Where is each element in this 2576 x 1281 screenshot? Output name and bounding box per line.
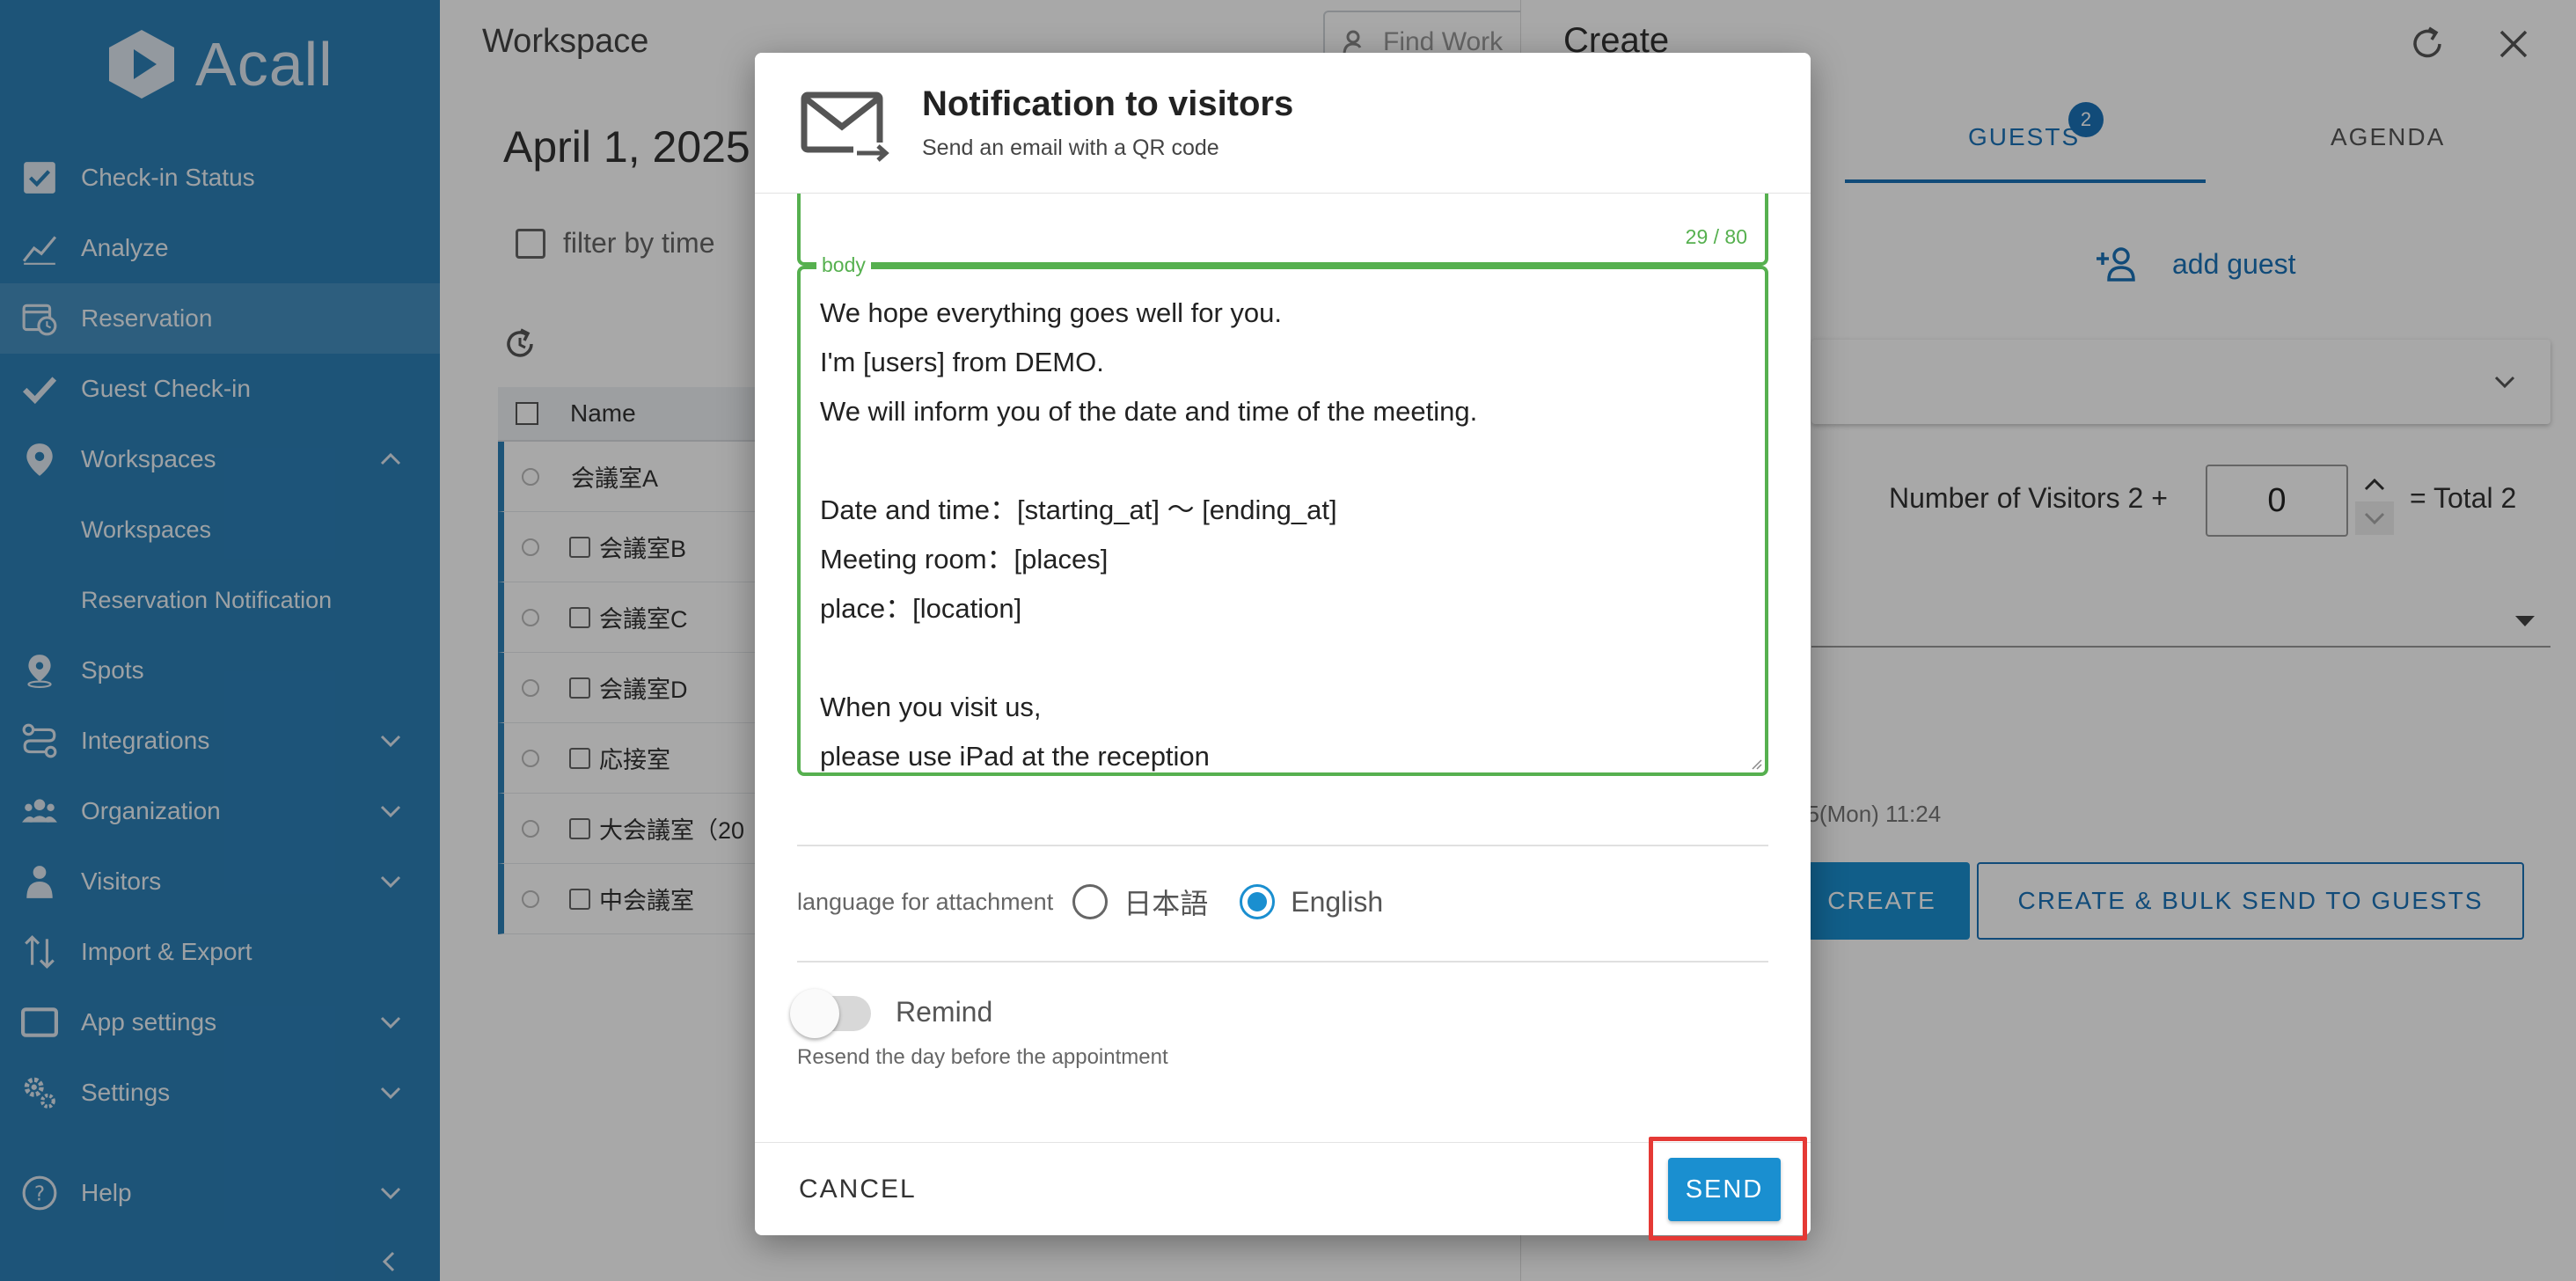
- divider: [797, 845, 1768, 846]
- body-label: body: [816, 253, 871, 277]
- language-label: language for attachment: [797, 888, 1054, 915]
- dialog-title: Notification to visitors: [922, 84, 1294, 123]
- mail-send-icon: [801, 92, 890, 162]
- subject-char-counter: 29 / 80: [1685, 225, 1747, 248]
- body-text[interactable]: We hope everything goes well for you. I'…: [820, 289, 1735, 772]
- language-option-english[interactable]: English: [1240, 884, 1383, 919]
- send-button[interactable]: SEND: [1668, 1158, 1781, 1221]
- attachment-language-group: language for attachment 日本語 English: [797, 882, 1383, 922]
- remind-label: Remind: [896, 996, 993, 1028]
- radio-english[interactable]: [1240, 884, 1276, 919]
- remind-toggle[interactable]: [790, 989, 875, 1038]
- language-option-label: English: [1291, 885, 1384, 918]
- radio-japanese[interactable]: [1072, 884, 1109, 919]
- notification-dialog: Notification to visitors Send an email w…: [755, 53, 1811, 1235]
- remind-description: Resend the day before the appointment: [797, 1045, 1168, 1069]
- language-option-japanese[interactable]: 日本語: [1072, 882, 1208, 922]
- language-option-label: 日本語: [1123, 888, 1209, 919]
- radio-selected-dot: [1248, 892, 1268, 911]
- subject-field[interactable]: [797, 194, 1768, 266]
- cancel-button[interactable]: CANCEL: [799, 1175, 917, 1204]
- body-textarea[interactable]: body We hope everything goes well for yo…: [797, 253, 1768, 776]
- dialog-header: Notification to visitors Send an email w…: [755, 53, 1811, 194]
- dialog-subtitle: Send an email with a QR code: [922, 135, 1219, 160]
- resize-handle-icon[interactable]: [1749, 757, 1763, 771]
- divider: [797, 961, 1768, 963]
- toggle-knob: [790, 989, 839, 1038]
